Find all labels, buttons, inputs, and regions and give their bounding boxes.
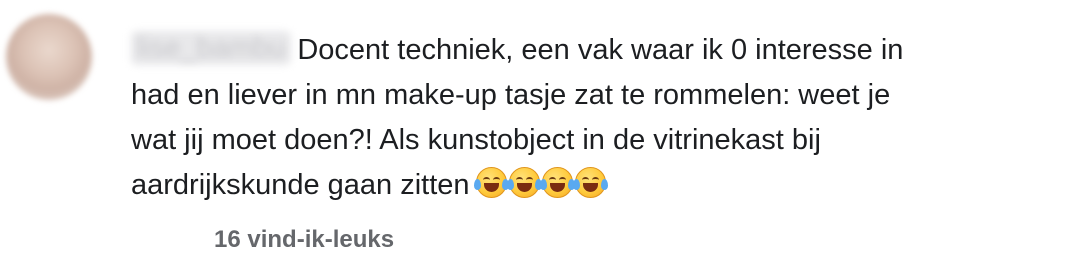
face-with-tears-of-joy-icon: [506, 167, 542, 198]
comment-text-line-3: wat jij moet doen?! Als kunstobject in d…: [131, 124, 821, 156]
face-with-tears-of-joy-icon: [473, 167, 509, 198]
emoji-row: [473, 167, 608, 212]
likes-count-link[interactable]: 16 vind-ik-leuks: [214, 226, 394, 254]
avatar[interactable]: [6, 14, 92, 100]
comment-text-line-1: Docent techniek, een vak waar ik 0 inter…: [297, 34, 904, 66]
username-link[interactable]: lise_bambu: [131, 31, 292, 65]
face-with-tears-of-joy-icon: [572, 167, 608, 198]
comment: lise_bambu Docent techniek, een vak waar …: [0, 0, 1086, 272]
comment-text-line-4: aardrijkskunde gaan zitten: [131, 169, 470, 201]
comment-body: lise_bambu Docent techniek, een vak waar …: [131, 28, 1076, 212]
face-with-tears-of-joy-icon: [539, 167, 575, 198]
comment-text-line-2: had en liever in mn make-up tasje zat te…: [131, 79, 891, 111]
